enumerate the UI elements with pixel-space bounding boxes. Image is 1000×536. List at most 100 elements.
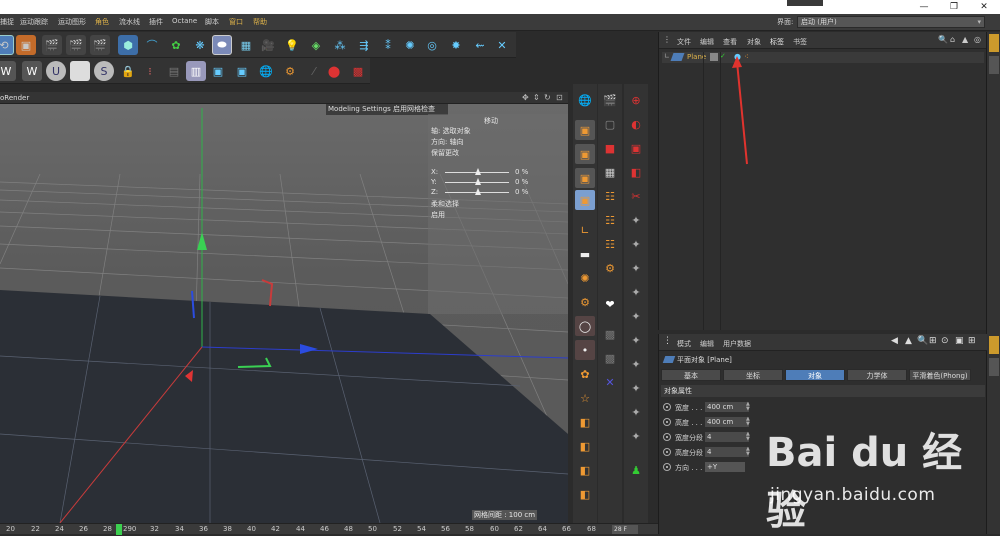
picture-icon[interactable]: ▩ [348, 61, 368, 81]
animate-radio[interactable] [663, 433, 671, 441]
palette-render-icon[interactable]: 🎬 [600, 90, 620, 110]
tab-basic[interactable]: 基本 [661, 369, 721, 381]
tab-phong[interactable]: 平滑着色(Phong) [909, 369, 971, 381]
palette-globe-icon[interactable]: 🌐 [575, 90, 595, 110]
palette-red-icon-3[interactable]: ▣ [626, 138, 646, 158]
om-menu-object[interactable]: 对象 [747, 37, 761, 47]
grip-icon[interactable]: ⋮ [663, 336, 672, 346]
zoom-view-icon[interactable]: ⇕ [533, 93, 540, 102]
palette-xb-icon[interactable]: ✕ [600, 372, 620, 392]
world-w-icon[interactable]: W [22, 61, 42, 81]
sphere-down-icon[interactable]: ⬤ [324, 61, 344, 81]
up-icon[interactable]: ▲ [905, 336, 912, 346]
palette-star-icon[interactable]: ☆ [575, 388, 595, 408]
palette-grey-icon-9[interactable]: ✦ [626, 402, 646, 422]
palette-cube-icon[interactable]: ▣ [575, 120, 595, 140]
palette-gear-icon[interactable]: ⚙ [575, 292, 595, 312]
palette-figures-icon[interactable]: ☷ [600, 186, 620, 206]
minimize-icon[interactable]: — [916, 1, 932, 13]
viewport-layout-icon[interactable]: ▥ [186, 61, 206, 81]
lock-icon[interactable]: 🔒 [118, 61, 138, 81]
timeline-ruler[interactable]: 20 22 24 26 28 290 32 34 36 38 40 42 44 … [0, 523, 658, 535]
slider-knob[interactable] [475, 178, 481, 185]
timeline-cursor[interactable] [116, 524, 122, 535]
lock-icon[interactable]: ⊞ [929, 336, 937, 346]
orientation-dropdown[interactable]: +Y [705, 462, 745, 472]
tab-object[interactable]: 对象 [785, 369, 845, 381]
globe-icon[interactable]: 🌐 [256, 61, 276, 81]
palette-grey-icon-5[interactable]: ✦ [626, 306, 646, 326]
tool-name[interactable]: 移动 [484, 116, 498, 126]
palette-flower-icon[interactable]: ✿ [575, 364, 595, 384]
palette-gear-icon-2[interactable]: ⚙ [600, 258, 620, 278]
grip-icon[interactable]: ⋮ [663, 35, 671, 44]
palette-burst-icon[interactable]: ✺ [575, 268, 595, 288]
am-menu-edit[interactable]: 编辑 [700, 339, 714, 349]
tool-icon-8[interactable]: ✕ [492, 35, 512, 55]
palette-grey-icon-2[interactable]: ✦ [626, 234, 646, 254]
om-menu-tags[interactable]: 标签 [770, 37, 784, 47]
home-icon[interactable]: ⌂ [950, 35, 955, 44]
scale-icon[interactable]: ▣ [16, 35, 36, 55]
am-menu-userdata[interactable]: 用户数据 [723, 339, 751, 349]
palette-grey-icon-6[interactable]: ✦ [626, 330, 646, 350]
tab-coord[interactable]: 坐标 [723, 369, 783, 381]
palette-cube-icon-active[interactable]: ▣ [575, 190, 595, 210]
tool-icon-1[interactable]: ⁂ [330, 35, 350, 55]
viewport-icon-3[interactable]: ▣ [232, 61, 252, 81]
layout-select[interactable]: 启动 (用户) [797, 16, 985, 28]
tab-dynamics[interactable]: 力学体 [847, 369, 907, 381]
palette-circle-icon[interactable]: ◯ [575, 316, 595, 336]
camera-icon[interactable]: 🎥 [258, 35, 278, 55]
enable-line[interactable]: 启用 [431, 210, 445, 220]
menu-script[interactable]: 脚本 [205, 17, 219, 27]
tool-icon-6[interactable]: ✸ [446, 35, 466, 55]
palette-figures-icon-3[interactable]: ☷ [600, 234, 620, 254]
tool-icon-7[interactable]: ⇜ [470, 35, 490, 55]
am-menu-mode[interactable]: 模式 [677, 339, 691, 349]
palette-corner-icon[interactable]: ∟ [575, 220, 595, 240]
slider-x[interactable]: X: 0 % [431, 168, 566, 176]
menu-pipeline[interactable]: 流水线 [119, 17, 140, 27]
cloner-icon[interactable]: ❋ [190, 35, 210, 55]
height-field[interactable]: 400 cm [705, 417, 749, 427]
render-settings-icon[interactable]: 🎬 [90, 35, 110, 55]
render-picture-viewer-icon[interactable]: 🎬 [66, 35, 86, 55]
u-mode-icon[interactable]: U [46, 61, 66, 81]
animate-radio[interactable] [663, 403, 671, 411]
brush-icon[interactable]: ⁄ [304, 61, 324, 81]
palette-red-icon-4[interactable]: ◧ [626, 162, 646, 182]
palette-cube-outline-icon[interactable]: ▢ [600, 114, 620, 134]
height-segments-field[interactable]: 4 [705, 447, 749, 457]
up-arrow-icon[interactable]: ▲ [962, 35, 968, 44]
render-view-icon[interactable]: 🎬 [42, 35, 62, 55]
tool-icon-3[interactable]: ⁑ [378, 35, 398, 55]
om-menu-file[interactable]: 文件 [677, 37, 691, 47]
palette-cube-icon-2[interactable]: ▣ [575, 144, 595, 164]
palette-grey-icon-8[interactable]: ✦ [626, 378, 646, 398]
om-menu-bookmarks[interactable]: 书签 [793, 37, 807, 47]
restore-icon[interactable]: ❐ [946, 1, 962, 13]
om-menu-edit[interactable]: 编辑 [700, 37, 714, 47]
spinner-icon[interactable]: ▲ ▼ [746, 447, 750, 457]
floor-icon[interactable]: ▦ [236, 35, 256, 55]
search-icon[interactable]: 🔍 [938, 35, 948, 44]
palette-grey-icon-1[interactable]: ✦ [626, 210, 646, 230]
slider-knob[interactable] [475, 168, 481, 175]
frame-field[interactable]: 28 F [612, 525, 638, 534]
soft-selection-line[interactable]: 柔和选择 [431, 199, 459, 209]
yz-plane-handle[interactable] [261, 279, 274, 307]
palette-bars-icon[interactable]: ▬ [575, 244, 595, 264]
content-browser-tab[interactable] [989, 56, 999, 74]
cube-icon[interactable]: ⬢ [118, 35, 138, 55]
objects-tab[interactable] [989, 34, 999, 52]
slider-y[interactable]: Y: 0 % [431, 178, 566, 186]
viewport-icon-2[interactable]: ▣ [208, 61, 228, 81]
grid-pattern-icon[interactable]: ▤ [164, 61, 184, 81]
palette-red-icon-1[interactable]: ⊕ [626, 90, 646, 110]
visibility-toggle-icon[interactable] [710, 53, 718, 61]
tag-icon[interactable]: ◈ [306, 35, 326, 55]
palette-layer-icon-3[interactable]: ◧ [575, 460, 595, 480]
palette-red-icon-2[interactable]: ◐ [626, 114, 646, 134]
s-mode-icon[interactable]: S [94, 61, 114, 81]
